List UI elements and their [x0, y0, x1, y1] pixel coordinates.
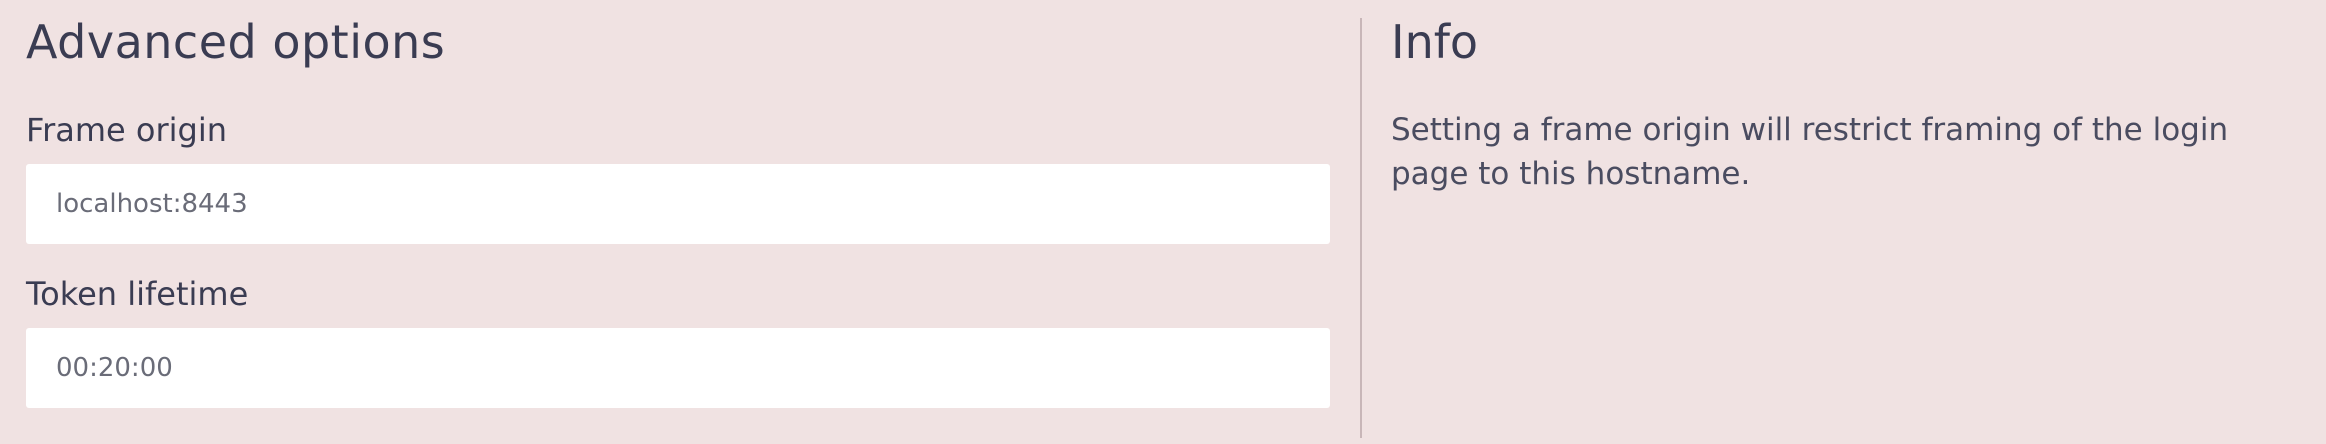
token-lifetime-input[interactable] — [26, 328, 1330, 408]
frame-origin-label: Frame origin — [26, 111, 227, 149]
advanced-options-title: Advanced options — [26, 15, 446, 69]
info-title: Info — [1391, 15, 1479, 69]
token-lifetime-label: Token lifetime — [26, 275, 249, 313]
panel-divider — [1360, 18, 1362, 438]
info-text: Setting a frame origin will restrict fra… — [1391, 112, 2229, 192]
frame-origin-input[interactable] — [26, 164, 1330, 244]
